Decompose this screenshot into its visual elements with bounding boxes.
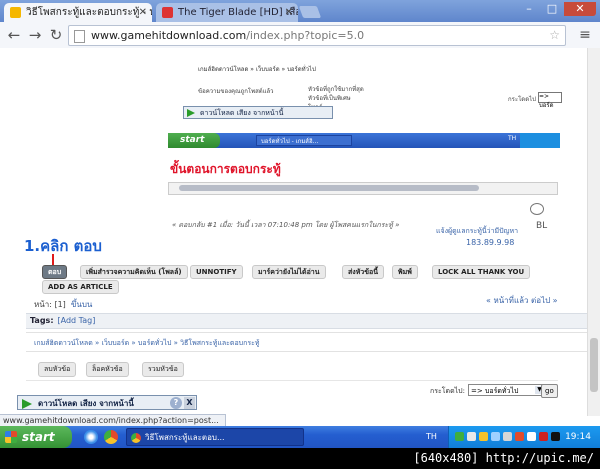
tags-label: Tags: bbox=[30, 316, 54, 325]
system-tray: 19:14 bbox=[448, 426, 600, 448]
play-icon bbox=[22, 399, 32, 409]
browser-toolbar: ← → ↻ www.gamehitdownload.com/index.php?… bbox=[0, 22, 600, 49]
merge-topic-button[interactable]: รวมหัวข้อ bbox=[142, 362, 184, 377]
bookmark-star-icon[interactable]: ☆ bbox=[549, 26, 560, 45]
report-link[interactable]: แจ้งผู้ดูแลกระทู้นี้ว่ามีปัญหา bbox=[436, 226, 518, 237]
lock-all-thank-you-button[interactable]: LOCK ALL THANK YOU bbox=[432, 265, 531, 279]
chrome-icon bbox=[131, 433, 141, 443]
tab-close-icon[interactable]: ✕ bbox=[139, 3, 147, 22]
speaker-icon[interactable] bbox=[527, 432, 536, 441]
reload-button[interactable]: ↻ bbox=[46, 25, 66, 45]
tab-close-icon[interactable]: ✕ bbox=[285, 3, 293, 22]
page-viewport: เกมส์ฮิตดาวน์โหลด » เว็บบอร์ด » บอร์ดทั่… bbox=[0, 48, 600, 416]
tags-bar: Tags: [Add Tag] bbox=[26, 313, 592, 329]
taskbar-item-chrome[interactable]: วิธีโพสกระทู้และตอบ... bbox=[126, 428, 304, 446]
back-button[interactable]: ← bbox=[4, 25, 24, 45]
annotation-click-reply: 1.คลิก ตอบ bbox=[24, 237, 102, 255]
tutorial-heading: ขั้นตอนการตอบกระทู้ bbox=[170, 162, 281, 176]
embedded-start-button: start bbox=[168, 133, 220, 148]
tab-title: The Tiger Blade [HD] เสือคาบ bbox=[178, 7, 298, 18]
breadcrumb[interactable]: เกมส์ฮิตดาวน์โหลด » เว็บบอร์ด » บอร์ดทั่… bbox=[26, 332, 592, 352]
poster-ip: 183.89.9.98 bbox=[466, 238, 515, 247]
tab-inactive[interactable]: The Tiger Blade [HD] เสือคาบ ✕ bbox=[156, 3, 298, 22]
embedded-page: เกมส์ฮิตดาวน์โหลด » เว็บบอร์ด » บอร์ดทั่… bbox=[168, 48, 562, 131]
bl-icon: BL bbox=[536, 221, 548, 231]
lock-topic-button[interactable]: ล็อคหัวข้อ bbox=[86, 362, 129, 377]
tab-active[interactable]: วิธีโพสกระทู้และตอบกระทู้ - บ ✕ bbox=[4, 3, 152, 22]
new-tab-button[interactable] bbox=[298, 6, 322, 18]
tray-icon[interactable] bbox=[503, 432, 512, 441]
youtube-favicon-icon bbox=[162, 7, 173, 18]
tray-icon[interactable] bbox=[455, 432, 464, 441]
clock[interactable]: 19:14 bbox=[565, 426, 591, 448]
minimize-button[interactable]: – bbox=[518, 2, 540, 16]
go-up-link[interactable]: ขึ้นบน bbox=[71, 300, 92, 309]
language-indicator[interactable]: TH bbox=[426, 426, 437, 448]
close-icon[interactable]: X bbox=[184, 397, 195, 409]
unnotify-button[interactable]: UNNOTIFY bbox=[190, 265, 243, 279]
screenshot-frame: วิธีโพสกระทู้และตอบกระทู้ - บ ✕ The Tige… bbox=[0, 0, 600, 469]
close-window-button[interactable]: ✕ bbox=[564, 2, 596, 16]
jump-label: กระโดดไป: bbox=[430, 387, 465, 395]
embedded-task-item: บอร์ดทั่วไป - เกมส์ฮิ... bbox=[256, 135, 352, 146]
windows-taskbar: start วิธีโพสกระทู้และตอบ... TH 19:14 bbox=[0, 426, 600, 448]
embedded-download-bar: ดาวน์โหลด เสียง จากหน้านี้ bbox=[183, 106, 333, 119]
embedded-row-text: ข้อความของคุณถูกโพสต์แล้ว bbox=[198, 88, 274, 95]
horizontal-scrollbar[interactable] bbox=[168, 182, 558, 195]
tray-icon[interactable] bbox=[491, 432, 500, 441]
help-icon[interactable]: ? bbox=[170, 397, 182, 409]
tray-icon[interactable] bbox=[467, 432, 476, 441]
embedded-jump-label: กระโดดไป bbox=[508, 96, 536, 103]
tray-icon[interactable] bbox=[551, 432, 560, 441]
tray-icon[interactable] bbox=[479, 432, 488, 441]
download-label: ดาวน์โหลด เสียง จากหน้านี้ bbox=[38, 399, 134, 408]
chrome-menu-button[interactable]: ≡ bbox=[576, 26, 594, 44]
post-quote-line: « ตอบกลับ #1 เมื่อ: วันนี้ เวลา 07:10:48… bbox=[172, 221, 400, 229]
add-as-article-button[interactable]: ADD AS ARTICLE bbox=[42, 280, 119, 294]
go-button[interactable]: go bbox=[541, 384, 558, 398]
windows-logo-icon bbox=[5, 431, 17, 443]
send-topic-button[interactable]: ส่งหัวข้อนี้ bbox=[342, 265, 385, 279]
favicon-icon bbox=[10, 7, 21, 18]
reply-button[interactable]: ตอบ bbox=[42, 265, 68, 279]
tray-icon[interactable] bbox=[539, 432, 548, 441]
embedded-tutorial-image: เกมส์ฮิตดาวน์โหลด » เว็บบอร์ด » บอร์ดทั่… bbox=[168, 48, 562, 200]
watermark-bar: [640x480] http://upic.me/ bbox=[0, 448, 600, 469]
embedded-lang: TH bbox=[508, 135, 517, 142]
page-icon bbox=[74, 30, 85, 43]
chrome-icon[interactable] bbox=[104, 430, 118, 444]
start-button[interactable]: start bbox=[0, 426, 72, 448]
embedded-tray bbox=[520, 133, 560, 148]
add-tag-link[interactable]: [Add Tag] bbox=[58, 316, 96, 325]
prev-next-links[interactable]: « หน้าที่แล้ว ต่อไป » bbox=[486, 294, 558, 307]
address-bar[interactable]: www.gamehitdownload.com/index.php?topic=… bbox=[68, 25, 566, 46]
embedded-taskbar: start บอร์ดทั่วไป - เกมส์ฮิ... TH bbox=[168, 133, 560, 148]
page-indicator: หน้า: [1] ขึ้นบน bbox=[34, 300, 93, 309]
vertical-scrollbar[interactable] bbox=[587, 48, 600, 416]
forward-button[interactable]: → bbox=[25, 25, 45, 45]
tab-strip: วิธีโพสกระทู้และตอบกระทู้ - บ ✕ The Tige… bbox=[0, 0, 600, 22]
embedded-breadcrumb: เกมส์ฮิตดาวน์โหลด » เว็บบอร์ด » บอร์ดทั่… bbox=[198, 66, 316, 73]
jump-select[interactable]: => บอร์ดทั่วไป ▼ bbox=[468, 384, 546, 396]
quote-tool-icon[interactable] bbox=[530, 203, 544, 215]
tab-title: วิธีโพสกระทู้และตอบกระทู้ - บ bbox=[26, 7, 152, 18]
ie-icon[interactable] bbox=[84, 430, 98, 444]
embedded-jump-select: => บอร์ด bbox=[538, 92, 562, 109]
download-toolbar[interactable]: ดาวน์โหลด เสียง จากหน้านี้ ? X bbox=[17, 395, 197, 410]
url-text: www.gamehitdownload.com/index.php?topic=… bbox=[91, 29, 365, 42]
upic-watermark: [640x480] http://upic.me/ bbox=[413, 451, 594, 465]
print-button[interactable]: พิมพ์ bbox=[392, 265, 418, 279]
scroll-thumb[interactable] bbox=[590, 338, 598, 392]
add-poll-button[interactable]: เพิ่มสำรวจความคิดเห็น (โพลล์) bbox=[80, 265, 188, 279]
mark-unread-button[interactable]: มาร์คว่ายังไม่ได้อ่าน bbox=[252, 265, 326, 279]
maximize-button[interactable]: □ bbox=[541, 2, 563, 16]
tray-icon[interactable] bbox=[515, 432, 524, 441]
play-icon bbox=[187, 109, 195, 117]
delete-topic-button[interactable]: ลบหัวข้อ bbox=[38, 362, 77, 377]
